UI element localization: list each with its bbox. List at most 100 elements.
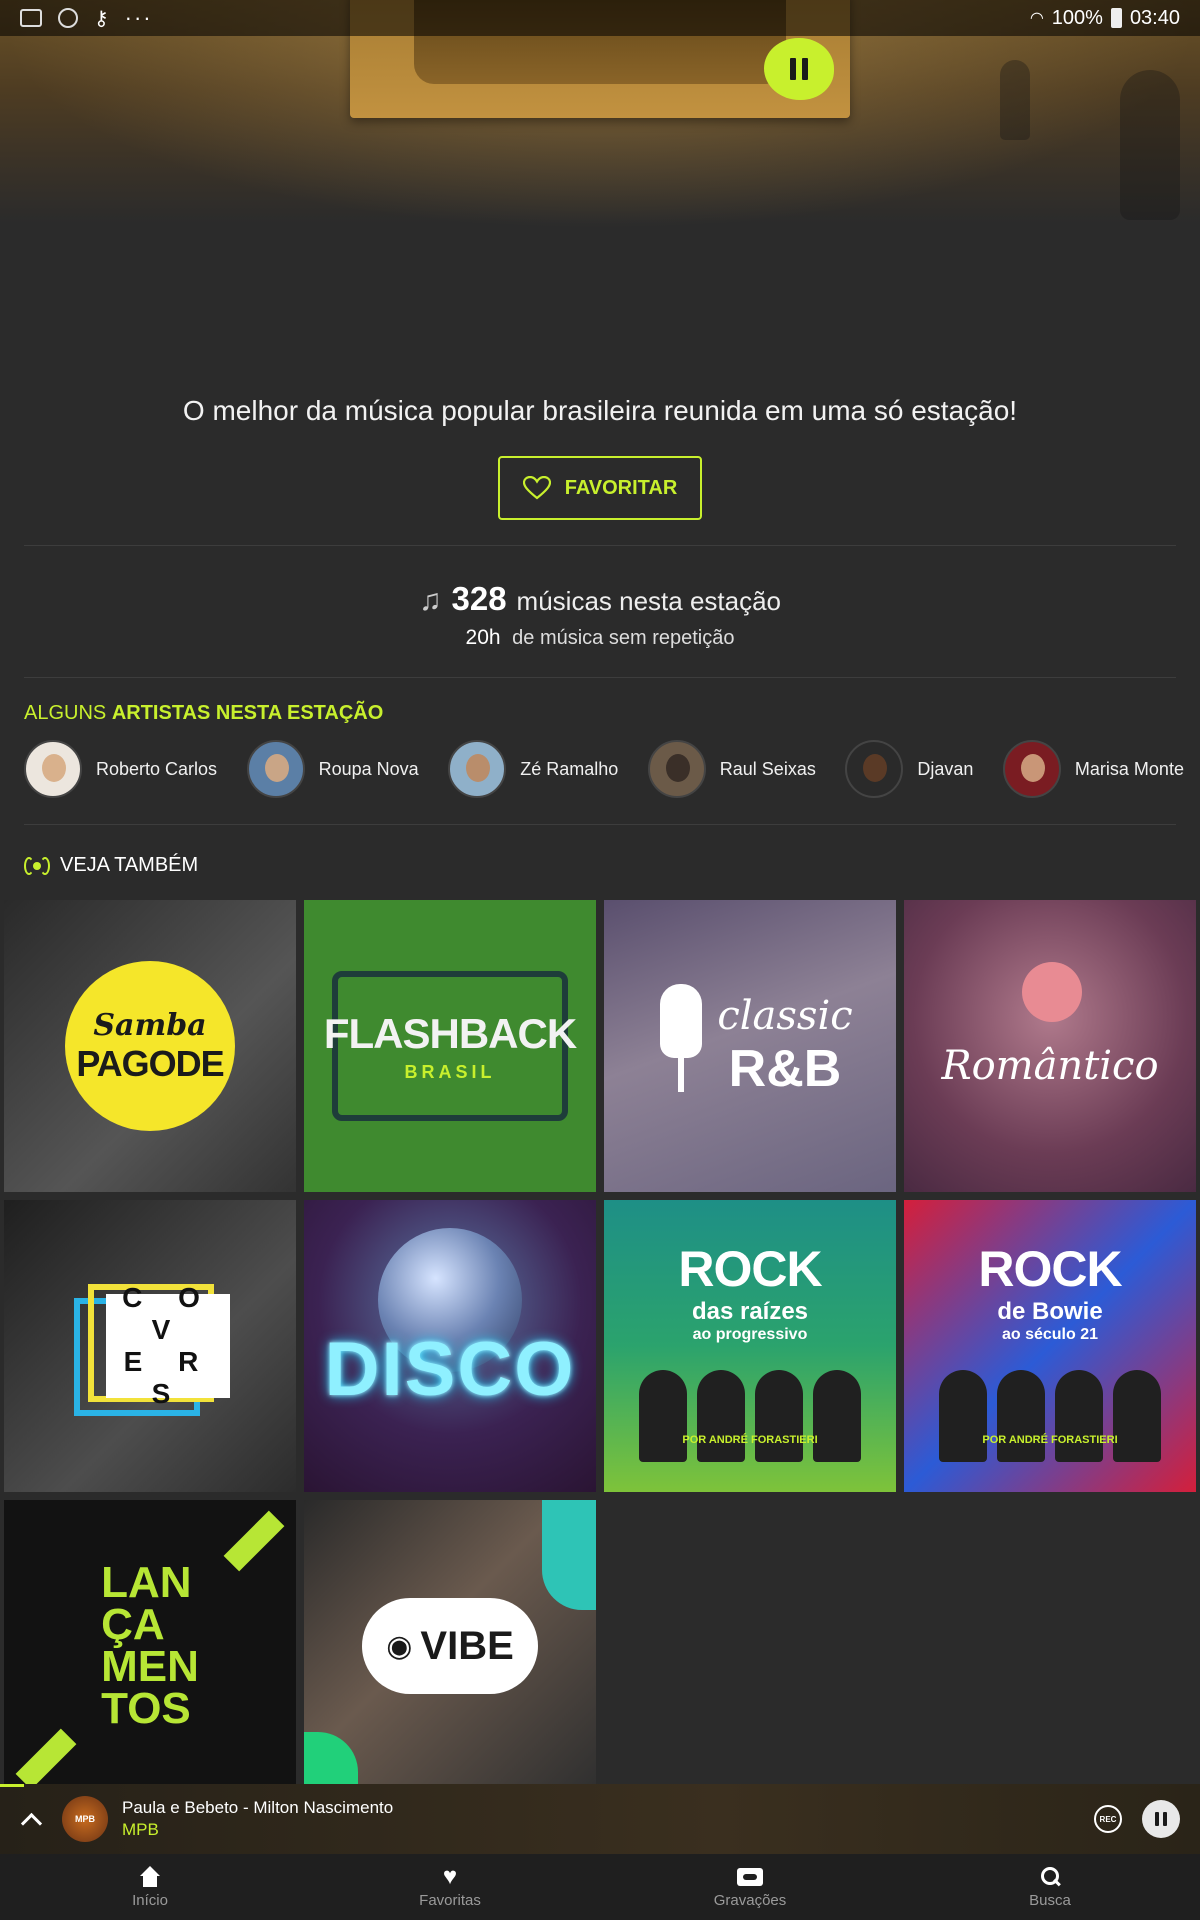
tile-line2: BRASIL bbox=[404, 1061, 496, 1082]
station-tile-rock-raizes[interactable]: ROCK das raízes ao progressivo POR ANDRÉ… bbox=[604, 1200, 896, 1492]
tile-line2: ÇA bbox=[101, 1600, 165, 1650]
nav-inicio[interactable]: Início bbox=[0, 1854, 300, 1920]
tile-line2: R&B bbox=[728, 1040, 842, 1098]
tile-line3: ao século 21 bbox=[1001, 1326, 1099, 1343]
nav-busca[interactable]: Busca bbox=[900, 1854, 1200, 1920]
song-count-label: músicas nesta estação bbox=[516, 586, 782, 616]
station-tile-flashback-brasil[interactable]: FLASHBACK BRASIL bbox=[304, 900, 596, 1192]
track-title: Paula e Bebeto - Milton Nascimento bbox=[122, 1798, 394, 1817]
tile-line2: das raízes bbox=[691, 1298, 809, 1325]
pause-icon bbox=[1155, 1812, 1167, 1826]
station-cover: MPB bbox=[62, 1796, 108, 1842]
tile-line4: TOS bbox=[101, 1683, 191, 1733]
hours-label: de música sem repetição bbox=[512, 627, 735, 649]
hero-pause-button[interactable] bbox=[764, 38, 834, 100]
song-count-number: 328 bbox=[451, 580, 507, 617]
artist-djavan[interactable]: Djavan bbox=[845, 740, 973, 798]
battery-icon bbox=[1110, 8, 1122, 28]
station-tile-covers[interactable]: C O V E R S bbox=[4, 1200, 296, 1492]
artist-name: Djavan bbox=[917, 758, 974, 779]
artist-marisa-monte[interactable]: Marisa Monte bbox=[1002, 740, 1184, 798]
microphone-stand bbox=[678, 1056, 684, 1092]
song-count: ♫ 328 músicas nesta estação bbox=[0, 580, 1200, 618]
avatar bbox=[845, 740, 904, 798]
favorite-button[interactable]: FAVORITAR bbox=[498, 456, 702, 520]
band-photo bbox=[934, 1370, 1166, 1462]
now-playing-info: Paula e Bebeto - Milton Nascimento MPB bbox=[122, 1798, 393, 1840]
playback-progress bbox=[0, 1784, 24, 1787]
tile-line1: Samba bbox=[93, 1007, 207, 1043]
cassette-icon: FLASHBACK BRASIL bbox=[324, 971, 577, 1121]
artist-name: Zé Ramalho bbox=[520, 758, 619, 779]
heart-outline-icon bbox=[522, 476, 551, 500]
divider bbox=[24, 545, 1176, 546]
station-name: MPB bbox=[122, 1820, 159, 1839]
station-tile-lancamentos[interactable]: LAN ÇA MEN TOS bbox=[4, 1500, 296, 1792]
artist-name: Roberto Carlos bbox=[96, 758, 218, 779]
nav-label: Busca bbox=[1029, 1891, 1071, 1909]
arrow-icon bbox=[15, 1728, 77, 1790]
mini-player[interactable]: MPB Paula e Bebeto - Milton Nascimento M… bbox=[0, 1784, 1200, 1854]
tile-line2: PAGODE bbox=[76, 1042, 224, 1084]
tile-line3: ao progressivo bbox=[692, 1326, 808, 1343]
tile-line2: de Bowie bbox=[997, 1298, 1103, 1325]
station-hero bbox=[0, 0, 1200, 360]
vibe-logo: ◉ VIBE bbox=[362, 1598, 538, 1694]
tile-line3: MEN bbox=[101, 1642, 199, 1691]
station-tile-vibe[interactable]: ◉ VIBE bbox=[304, 1500, 596, 1792]
band-photo bbox=[634, 1370, 866, 1462]
see-also-title: VEJA TAMBÉM bbox=[24, 854, 198, 877]
favorite-label: FAVORITAR bbox=[564, 476, 678, 499]
tile-line1: Romântico bbox=[941, 1043, 1159, 1089]
key-icon: ⚷ bbox=[94, 7, 109, 30]
hours-value: 20h bbox=[465, 626, 501, 649]
covers-logo: C O V E R S bbox=[106, 1282, 230, 1409]
tile-line1: DISCO bbox=[324, 1326, 576, 1412]
nav-label: Início bbox=[132, 1891, 168, 1909]
record-button[interactable]: REC bbox=[1094, 1805, 1122, 1833]
nav-label: Favoritas bbox=[419, 1891, 481, 1909]
artist-roberto-carlos[interactable]: Roberto Carlos bbox=[24, 740, 217, 798]
samba-logo: Samba PAGODE bbox=[65, 961, 235, 1131]
broadcast-icon bbox=[24, 856, 50, 876]
battery-level: 100% bbox=[1051, 6, 1103, 29]
station-tile-rock-bowie[interactable]: ROCK de Bowie ao século 21 POR ANDRÉ FOR… bbox=[904, 1200, 1196, 1492]
ant-icon: ◉ bbox=[386, 1629, 413, 1663]
pause-button[interactable] bbox=[1142, 1800, 1180, 1838]
tile-line1: C O V bbox=[122, 1282, 214, 1345]
music-note-icon: ♫ bbox=[418, 584, 442, 617]
nav-favoritas[interactable]: ♥ Favoritas bbox=[300, 1854, 600, 1920]
artist-name: Raul Seixas bbox=[719, 758, 816, 779]
microphone-icon bbox=[660, 984, 702, 1058]
station-grid: Samba PAGODE FLASHBACK BRASIL classic R&… bbox=[4, 900, 1196, 1792]
tile-line1: ROCK bbox=[978, 1241, 1122, 1297]
chevron-up-icon[interactable] bbox=[20, 1808, 42, 1830]
pause-icon bbox=[790, 58, 808, 80]
artists-title-prefix: ALGUNS bbox=[24, 702, 112, 724]
hero-figure bbox=[1000, 60, 1030, 140]
clock: 03:40 bbox=[1129, 6, 1180, 29]
soccer-icon bbox=[58, 8, 78, 28]
station-tile-classic-rnb[interactable]: classic R&B bbox=[604, 900, 896, 1192]
station-tile-samba-pagode[interactable]: Samba PAGODE bbox=[4, 900, 296, 1192]
station-tile-disco[interactable]: DISCO bbox=[304, 1200, 596, 1492]
decor-shape bbox=[304, 1732, 358, 1792]
lancamentos-logo: LAN ÇA MEN TOS bbox=[101, 1561, 199, 1733]
hours-info: 20h de música sem repetição bbox=[0, 626, 1200, 650]
nav-label: Gravações bbox=[713, 1891, 787, 1909]
decor-shape bbox=[542, 1500, 596, 1610]
station-description: O melhor da música popular brasileira re… bbox=[182, 395, 1018, 426]
artist-name: Roupa Nova bbox=[318, 758, 419, 779]
home-icon bbox=[137, 1865, 163, 1888]
artist-roupa-nova[interactable]: Roupa Nova bbox=[246, 740, 419, 798]
artists-section-title: ALGUNS ARTISTAS NESTA ESTAÇÃO bbox=[24, 702, 383, 725]
avatar bbox=[448, 740, 507, 798]
search-icon bbox=[1037, 1866, 1063, 1888]
tile-line1: FLASHBACK bbox=[323, 1009, 577, 1057]
station-tile-romantico[interactable]: Romântico bbox=[904, 900, 1196, 1192]
tile-line2: E R S bbox=[123, 1346, 213, 1409]
nav-gravacoes[interactable]: Gravações bbox=[600, 1854, 900, 1920]
artist-ze-ramalho[interactable]: Zé Ramalho bbox=[448, 740, 618, 798]
avatar bbox=[246, 740, 305, 798]
artist-raul-seixas[interactable]: Raul Seixas bbox=[647, 740, 816, 798]
